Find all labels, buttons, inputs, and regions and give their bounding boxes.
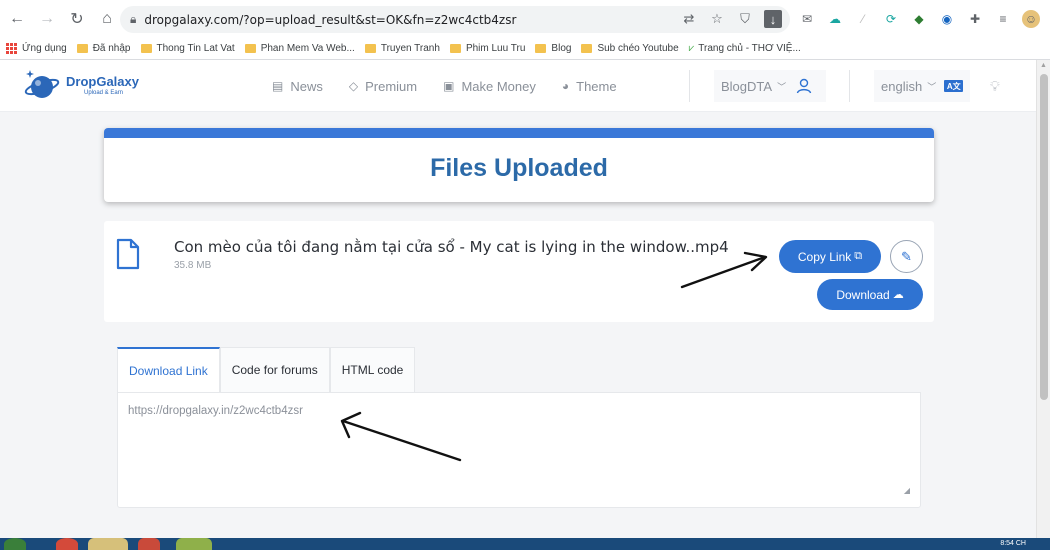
- taskbar-clock: 8:54 CH: [1000, 540, 1026, 547]
- taskbar-app-media[interactable]: [138, 538, 160, 550]
- bookmark-star-icon[interactable]: ☆: [708, 10, 726, 28]
- download-button[interactable]: Download ☁: [817, 279, 923, 310]
- browser-chrome: ← → ↻ ⌂ 🔒︎ dropgalaxy.com/?op=upload_res…: [0, 0, 1050, 60]
- tab-download-link[interactable]: Download Link: [117, 347, 220, 392]
- reload-icon[interactable]: ↻: [64, 6, 90, 32]
- user-menu[interactable]: BlogDTA ﹀: [714, 70, 826, 102]
- extension-sync-icon[interactable]: ⟳: [882, 10, 900, 28]
- chevron-down-icon: ﹀: [927, 81, 937, 92]
- extension-cloud-icon[interactable]: ☁: [826, 10, 844, 28]
- edit-icon: ✎: [901, 248, 912, 264]
- folder-icon: [140, 43, 152, 53]
- apps-grid-icon: [6, 42, 17, 54]
- tab-html-code[interactable]: HTML code: [329, 347, 416, 392]
- tab-code-for-forums[interactable]: Code for forums: [219, 347, 330, 392]
- taskbar-app-browser[interactable]: [56, 538, 78, 550]
- translate-icon[interactable]: ⇄: [680, 10, 698, 28]
- back-icon[interactable]: ←: [4, 6, 30, 32]
- taskbar-app-notes[interactable]: [176, 538, 212, 550]
- folder-icon: [244, 43, 256, 53]
- nav-premium[interactable]: ◇ Premium: [349, 79, 417, 94]
- folder-icon: [581, 43, 593, 53]
- site-logo[interactable]: DropGalaxy Upload & Earn: [24, 66, 139, 104]
- extension-leaf-icon[interactable]: ⁄: [854, 10, 872, 28]
- diamond-icon: ◇: [348, 79, 359, 93]
- language-selector[interactable]: english ﹀ A文: [874, 70, 970, 102]
- scroll-up-icon[interactable]: ▲: [1040, 62, 1047, 69]
- bookmark-folder[interactable]: Phan Mem Va Web...: [244, 43, 355, 54]
- folder-icon: [76, 43, 88, 53]
- shield-icon[interactable]: ⛉: [736, 10, 754, 28]
- lightbulb-icon[interactable]: 💡︎: [990, 78, 1000, 95]
- folder-icon: [535, 43, 547, 53]
- link-tabs: Download Link Code for forums HTML code: [117, 347, 416, 392]
- nav-make-money[interactable]: ▣ Make Money: [443, 79, 536, 94]
- forward-icon[interactable]: →: [34, 6, 60, 32]
- card-top-bar: [104, 128, 934, 138]
- cloud-download-icon: ☁: [892, 289, 904, 301]
- username: BlogDTA: [721, 78, 773, 94]
- galaxy-logo-icon: [24, 70, 60, 98]
- language-label: english: [881, 78, 923, 94]
- profile-avatar-icon[interactable]: ☺: [1022, 10, 1040, 28]
- extension-cube-icon[interactable]: ◆: [910, 10, 928, 28]
- reading-list-icon[interactable]: ≡: [994, 10, 1012, 28]
- home-icon[interactable]: ⌂: [94, 6, 120, 32]
- extension-mail-icon[interactable]: ✉: [798, 10, 816, 28]
- tab-panel: https://dropgalaxy.in/z2wc4ctb4zsr ◢: [117, 392, 921, 508]
- site-header: DropGalaxy Upload & Earn ▤ News ◇ Premium …: [0, 60, 1036, 112]
- header-divider: [689, 70, 690, 102]
- copy-icon: ⧉: [854, 250, 863, 262]
- newspaper-icon: ▤: [272, 79, 284, 93]
- resize-grip-icon[interactable]: ◢: [904, 486, 910, 495]
- start-button[interactable]: [4, 538, 26, 550]
- taskbar-app-explorer[interactable]: [88, 538, 128, 550]
- main-nav: ▤ News ◇ Premium ▣ Make Money ◕ Theme: [272, 60, 617, 112]
- bookmark-folder[interactable]: Thong Tin Lat Vat: [140, 43, 235, 54]
- extensions-puzzle-icon[interactable]: ✚: [966, 10, 984, 28]
- download-arrow-icon[interactable]: ↓: [764, 10, 782, 28]
- bookmark-page[interactable]: ⩗ Trang chủ - THƠ VIỆ...: [689, 43, 801, 54]
- edit-button[interactable]: ✎: [890, 240, 923, 273]
- chevron-down-icon: ﹀: [777, 81, 787, 92]
- logo-subtitle: Upload & Earn: [84, 90, 124, 96]
- header-divider: [849, 70, 850, 102]
- files-uploaded-card: Files Uploaded: [104, 128, 934, 202]
- file-name: Con mèo của tôi đang nằm tại cửa sổ - My…: [174, 238, 729, 256]
- address-bar[interactable]: 🔒︎ dropgalaxy.com/?op=upload_result&st=O…: [120, 6, 790, 33]
- folder-icon: [364, 43, 376, 53]
- logo-text: DropGalaxy Upload & Earn: [66, 74, 139, 96]
- page-scrollbar[interactable]: ▲: [1036, 60, 1050, 538]
- money-icon: ▣: [443, 79, 455, 93]
- extension-globe-icon[interactable]: ◉: [938, 10, 956, 28]
- user-icon: [796, 78, 812, 94]
- address-bar-actions: ⇄ ☆ ⛉ ↓: [680, 10, 782, 28]
- address-url[interactable]: dropgalaxy.com/?op=upload_result&st=OK&f…: [144, 13, 516, 27]
- bookmark-folder[interactable]: Sub chéo Youtube: [581, 43, 679, 54]
- file-icon: [116, 238, 140, 270]
- bookmark-folder[interactable]: Blog: [535, 43, 571, 54]
- scrollbar-thumb[interactable]: [1040, 74, 1048, 400]
- logo-title: DropGalaxy: [66, 74, 139, 89]
- os-taskbar: 8:54 CH: [0, 538, 1050, 550]
- nav-theme[interactable]: ◕ Theme: [562, 79, 617, 94]
- download-link-textarea[interactable]: https://dropgalaxy.in/z2wc4ctb4zsr: [118, 393, 920, 507]
- bookmark-apps[interactable]: Ứng dụng: [6, 42, 67, 54]
- page-title: Files Uploaded: [430, 154, 608, 182]
- file-size: 35.8 MB: [174, 260, 212, 271]
- bookmarks-bar: Ứng dụng Đã nhập Thong Tin Lat Vat Phan …: [6, 38, 801, 58]
- site-favicon-icon: ⩗: [688, 42, 695, 54]
- lock-icon[interactable]: 🔒︎: [130, 12, 136, 27]
- copy-link-button[interactable]: Copy Link ⧉: [779, 240, 881, 273]
- bookmark-folder[interactable]: Đã nhập: [76, 43, 131, 54]
- palette-icon: ◕: [561, 79, 570, 93]
- extensions-bar: ✉ ☁ ⁄ ⟳ ◆ ◉ ✚ ≡ ☺ ⤓: [798, 10, 1050, 28]
- uploaded-file-card: Con mèo của tôi đang nằm tại cửa sổ - My…: [104, 221, 934, 322]
- nav-news[interactable]: ▤ News: [272, 79, 323, 94]
- bookmark-folder[interactable]: Phim Luu Tru: [449, 43, 525, 54]
- folder-icon: [449, 43, 461, 53]
- translate-badge-icon: A文: [944, 80, 964, 92]
- bookmark-folder[interactable]: Truyen Tranh: [364, 43, 440, 54]
